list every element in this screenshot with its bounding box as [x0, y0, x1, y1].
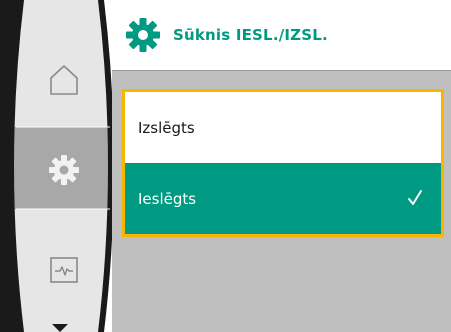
option-list: Izslēgts Ieslēgts	[122, 89, 444, 237]
diagnostics-icon	[50, 257, 78, 283]
option-on[interactable]: Ieslēgts	[125, 163, 441, 234]
sidebar-item-diagnostics[interactable]	[34, 252, 94, 288]
sidebar-item-home[interactable]	[34, 58, 94, 102]
gear-icon	[126, 18, 160, 52]
check-icon	[408, 190, 422, 205]
pump-display: Sūknis IESL./IZSL. Izslēgts Ieslēgts	[0, 0, 451, 332]
option-label: Ieslēgts	[138, 189, 197, 208]
home-icon	[50, 65, 78, 95]
gear-icon	[49, 155, 79, 185]
sidebar-item-settings[interactable]	[34, 150, 94, 190]
page-title: Sūknis IESL./IZSL.	[173, 26, 328, 44]
header: Sūknis IESL./IZSL.	[112, 0, 451, 70]
content-area: Izslēgts Ieslēgts	[112, 70, 451, 332]
option-off[interactable]: Izslēgts	[125, 92, 441, 163]
option-label: Izslēgts	[138, 118, 195, 137]
